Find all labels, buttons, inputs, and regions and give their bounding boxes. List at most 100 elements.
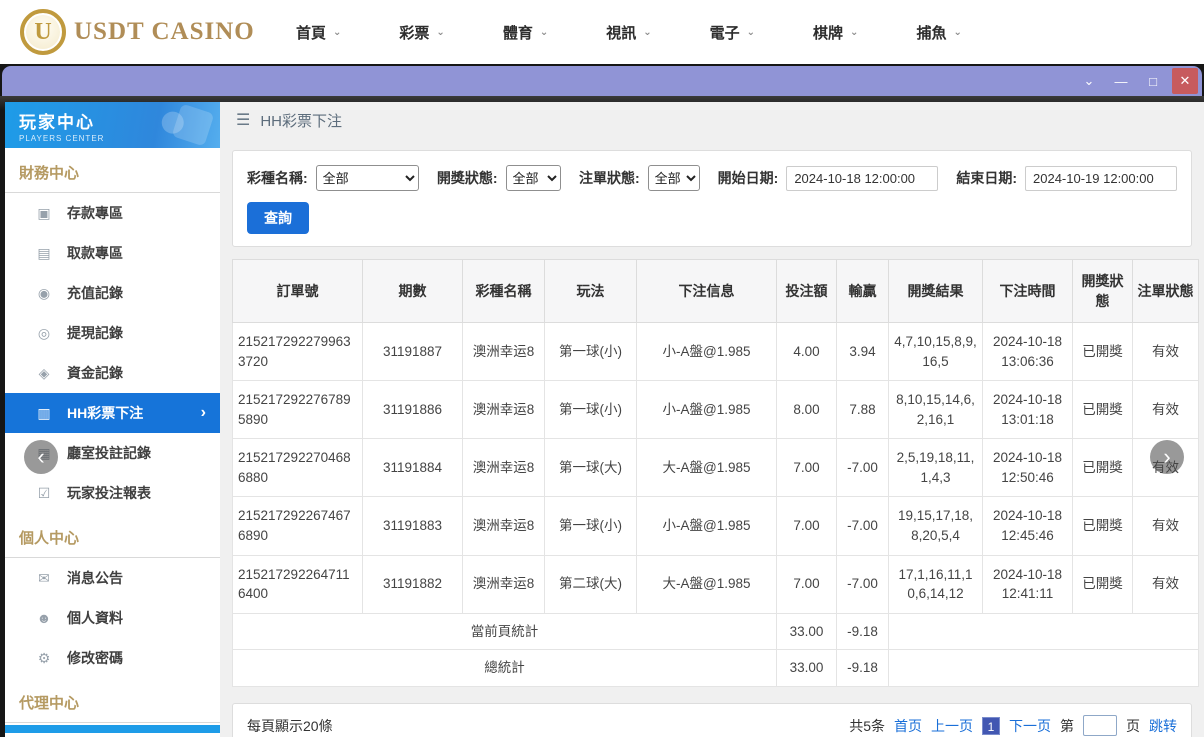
sidebar-item-withdrawal-record[interactable]: ◎ 提現記錄 — [5, 313, 220, 353]
hamburger-menu-icon[interactable]: ☰ — [236, 110, 250, 130]
sidebar-item-label: 取款專區 — [67, 245, 123, 261]
logo[interactable]: U USDT CASINO — [20, 9, 260, 55]
sidebar-item-label: 消息公告 — [67, 570, 123, 586]
current-page-badge[interactable]: 1 — [982, 716, 1000, 735]
sidebar-item-label: 修改密碼 — [67, 650, 123, 666]
col-lottery-name: 彩種名稱 — [462, 259, 545, 323]
jump-button[interactable]: 跳转 — [1149, 716, 1177, 736]
cell-lottery: 澳洲幸运8 — [462, 321, 545, 382]
start-date-input[interactable] — [786, 165, 939, 191]
cell-order: 2152172922799633720 — [232, 321, 363, 382]
summary-empty — [888, 649, 1199, 687]
sidebar-item-label: HH彩票下注 — [67, 405, 144, 421]
col-bet-info: 下注信息 — [636, 259, 777, 323]
window-titlebar: ⌄ — □ ✕ — [2, 66, 1202, 96]
sidebar-item-deposit[interactable]: ▣ 存款專區 — [5, 193, 220, 233]
cell-time: 2024-10-18 13:06:36 — [982, 321, 1073, 382]
sidebar-item-withdraw[interactable]: ▤ 取款專區 — [5, 233, 220, 273]
chevron-down-icon: ⌄ — [850, 26, 859, 38]
close-icon[interactable]: ✕ — [1172, 68, 1198, 94]
cell-period: 31191884 — [362, 438, 463, 498]
sidebar-item-label: 資金記錄 — [67, 365, 123, 381]
cell-result: 4,7,10,15,8,9,16,5 — [888, 321, 983, 382]
cell-lottery: 澳洲幸运8 — [462, 438, 545, 498]
minimize-icon[interactable]: — — [1108, 68, 1134, 94]
nav-item-boardgames[interactable]: 棋牌 ⌄ — [813, 22, 858, 43]
chevron-down-icon: ⌄ — [539, 26, 549, 38]
lottery-name-label: 彩種名稱: — [247, 170, 308, 186]
summary-empty — [888, 612, 1199, 651]
prev-page-link[interactable]: 上一页 — [931, 716, 973, 736]
page-title: HH彩票下注 — [260, 112, 343, 130]
cell-order-status: 有效 — [1132, 321, 1199, 382]
search-button[interactable]: 查詢 — [247, 202, 309, 234]
cell-winloss: -7.00 — [836, 496, 889, 556]
next-page-link[interactable]: 下一页 — [1009, 716, 1051, 736]
players-center-header: 玩家中心 PLAYERS CENTER — [5, 102, 220, 148]
first-page-link[interactable]: 首页 — [894, 716, 922, 736]
jump-page-input[interactable] — [1083, 715, 1117, 737]
cell-order-status: 有效 — [1132, 554, 1199, 614]
start-date-label: 開始日期: — [717, 170, 779, 186]
end-date-input[interactable] — [1025, 165, 1177, 191]
cell-bet: 大-A盤@1.985 — [636, 438, 777, 498]
sidebar-item-profile[interactable]: ☻ 個人資料 — [5, 598, 220, 638]
pagination-bar: 每頁顯示20條 共5条 首页 上一页 1 下一页 第 页 跳转 — [232, 702, 1192, 737]
nav-item-sports[interactable]: 體育 ⌄ — [503, 22, 548, 43]
nav-item-fishing[interactable]: 捕魚 ⌄ — [916, 22, 961, 43]
collapse-icon[interactable]: ⌄ — [1076, 68, 1102, 94]
cell-winloss: 3.94 — [836, 321, 889, 382]
cell-play: 第一球(小) — [544, 321, 637, 382]
lottery-name-select[interactable]: 全部 — [315, 165, 419, 191]
scroll-right-button[interactable]: › — [1150, 440, 1184, 474]
cell-result: 2,5,19,18,11,1,4,3 — [888, 438, 983, 498]
sidebar-item-hh-lottery-bets[interactable]: ▥ HH彩票下注 › — [5, 393, 220, 433]
draw-status-select[interactable]: 全部 — [505, 165, 561, 191]
cell-lottery: 澳洲幸运8 — [462, 380, 545, 440]
maximize-icon[interactable]: □ — [1140, 68, 1166, 94]
logo-text: USDT CASINO — [74, 18, 255, 45]
table-row: 2152172922647116400 31191882 澳洲幸运8 第二球(大… — [232, 554, 1199, 614]
sidebar-item-change-password[interactable]: ⚙ 修改密碼 — [5, 638, 220, 678]
sidebar-item-label: 玩家投注報表 — [67, 485, 151, 501]
nav-item-video[interactable]: 視訊 ⌄ — [606, 22, 651, 43]
chevron-right-icon: › — [200, 404, 206, 421]
chevron-down-icon: ⌄ — [333, 26, 342, 38]
chevron-down-icon: ⌄ — [436, 26, 445, 38]
sidebar: 玩家中心 PLAYERS CENTER 財務中心 ▣ 存款專區 ▤ 取款專區 ◉… — [5, 102, 220, 737]
sidebar-item-player-bet-report[interactable]: ☑ 玩家投注報表 — [5, 473, 220, 513]
section-finance-center: 財務中心 — [5, 148, 220, 193]
section-personal-center: 個人中心 — [5, 513, 220, 558]
col-period: 期數 — [362, 259, 463, 323]
cell-order: 2152172922674676890 — [232, 496, 363, 556]
col-bet-amount: 投注額 — [776, 259, 837, 323]
breadcrumb: ☰ HH彩票下注 — [220, 102, 1204, 138]
nav-item-lottery[interactable]: 彩票 ⌄ — [399, 22, 444, 43]
summary-amount: 33.00 — [776, 649, 837, 687]
sidebar-item-recharge-record[interactable]: ◉ 充值記錄 — [5, 273, 220, 313]
profile-icon: ☻ — [36, 610, 52, 626]
cell-draw-status: 已開獎 — [1072, 321, 1133, 382]
cell-result: 8,10,15,14,6,2,16,1 — [888, 380, 983, 440]
main-content: ☰ HH彩票下注 彩種名稱: 全部 開獎狀態: 全部 注單狀態: 全部 開始日期… — [220, 102, 1204, 737]
cell-draw-status: 已開獎 — [1072, 438, 1133, 498]
cell-time: 2024-10-18 13:01:18 — [982, 380, 1073, 440]
cell-order: 2152172922704686880 — [232, 438, 363, 498]
bets-table: 訂單號 期數 彩種名稱 玩法 下注信息 投注額 輸贏 開獎結果 下注時間 開獎狀… — [232, 259, 1204, 687]
cell-time: 2024-10-18 12:45:46 — [982, 496, 1073, 556]
cell-order: 2152172922647116400 — [232, 554, 363, 614]
table-header-row: 訂單號 期數 彩種名稱 玩法 下注信息 投注額 輸贏 開獎結果 下注時間 開獎狀… — [232, 259, 1199, 323]
order-status-select[interactable]: 全部 — [647, 165, 700, 191]
pager: 共5条 首页 上一页 1 下一页 第 页 跳转 — [849, 715, 1177, 737]
sidebar-item-funds-record[interactable]: ◈ 資金記錄 — [5, 353, 220, 393]
nav-item-slots[interactable]: 電子 ⌄ — [710, 22, 755, 43]
sidebar-item-announcements[interactable]: ✉ 消息公告 — [5, 558, 220, 598]
cell-amount: 8.00 — [776, 380, 837, 440]
cell-result: 19,15,17,18,8,20,5,4 — [888, 496, 983, 556]
scroll-left-button[interactable]: ‹ — [24, 440, 58, 474]
logo-icon: U — [20, 9, 66, 55]
cell-period: 31191882 — [362, 554, 463, 614]
col-draw-result: 開獎結果 — [888, 259, 983, 323]
cell-play: 第一球(小) — [544, 380, 637, 440]
nav-item-home[interactable]: 首頁 ⌄ — [296, 22, 341, 43]
